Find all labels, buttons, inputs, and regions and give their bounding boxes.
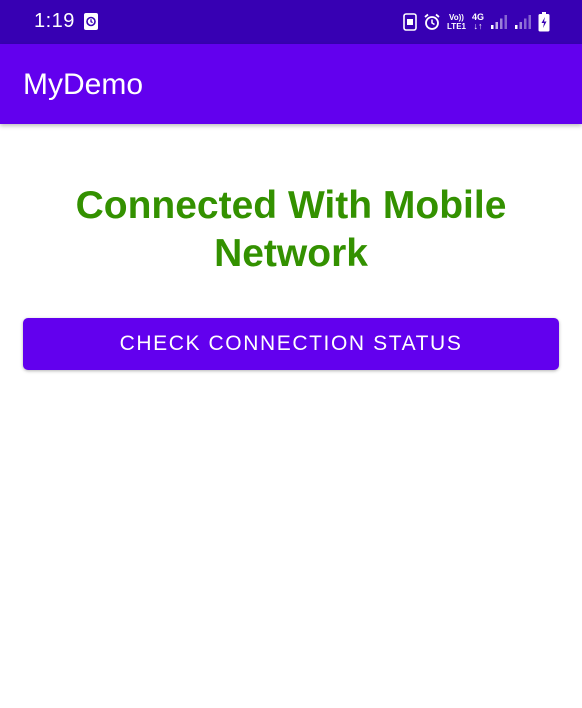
status-bar: 1:19 Vo)) LTE1 4G ↓↑ — [0, 0, 582, 44]
screenshot-icon — [403, 13, 417, 31]
check-connection-status-button[interactable]: Check Connection Status — [23, 318, 559, 370]
status-icons: Vo)) LTE1 4G ↓↑ — [403, 11, 550, 33]
connection-status-text: Connected With Mobile Network — [75, 184, 507, 275]
notification-icon — [84, 13, 98, 30]
network-4g-icon: 4G ↓↑ — [472, 12, 484, 32]
signal-sim1-icon — [490, 14, 508, 30]
signal-sim2-icon — [514, 14, 532, 30]
app-bar: MyDemo — [0, 44, 582, 124]
alarm-icon — [423, 13, 441, 31]
app-screen: 1:19 Vo)) LTE1 4G ↓↑ MyDemo Connected Wi… — [0, 0, 582, 708]
network-arrows-label: ↓↑ — [473, 21, 483, 31]
volte-icon: Vo)) LTE1 — [447, 12, 466, 32]
status-time: 1:19 — [34, 10, 75, 32]
volte-top-label: Vo)) — [449, 13, 464, 22]
volte-bottom-label: LTE1 — [447, 22, 466, 31]
battery-charging-icon — [538, 12, 550, 32]
app-title: MyDemo — [23, 68, 144, 101]
